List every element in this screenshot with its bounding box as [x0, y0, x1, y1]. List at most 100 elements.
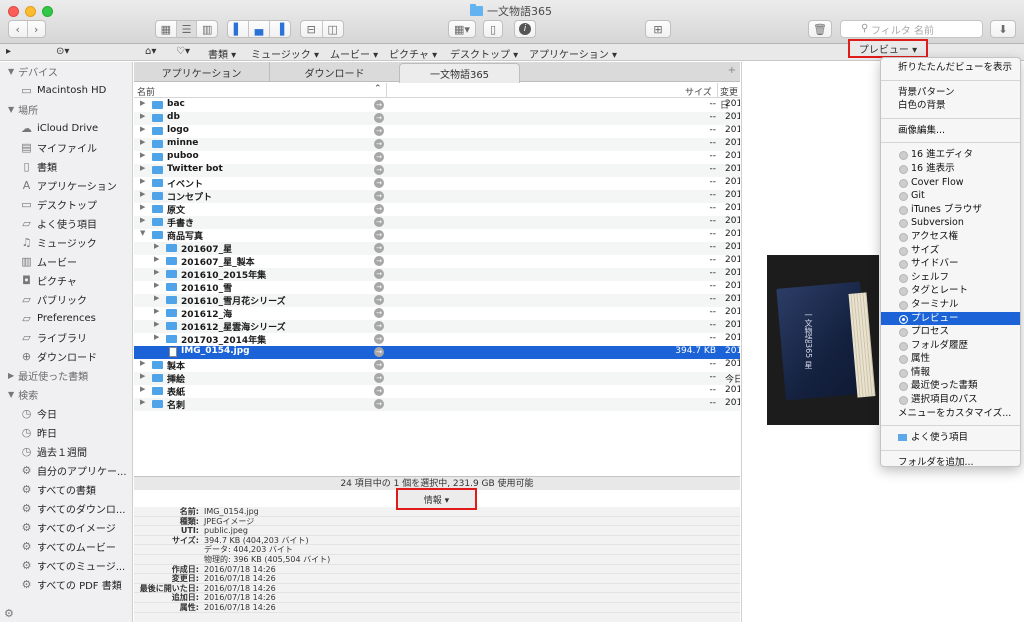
left-pane-button[interactable]: ▌: [228, 21, 249, 37]
tab-ichibun[interactable]: 一文物語365: [399, 63, 520, 83]
disclosure-triangle-icon[interactable]: ▶: [154, 294, 159, 302]
disclosure-triangle-icon[interactable]: ▶: [140, 151, 145, 159]
sidebar-item-myfiles[interactable]: ▤ マイファイル: [0, 138, 132, 157]
sidebar-item-favorites[interactable]: ▱ よく使う項目: [0, 214, 132, 233]
sidebar-item-all-downloads[interactable]: ⚙ すべてのダウンロ...: [0, 499, 132, 518]
go-arrow-icon[interactable]: →: [374, 100, 384, 110]
file-row[interactable]: ▶ 201607_星_製本 → -- 201: [134, 255, 740, 268]
sidebar-item-my-apps[interactable]: ⚙ 自分のアプリケー...: [0, 461, 132, 480]
menu-item-view-option[interactable]: Cover Flow: [881, 176, 1020, 190]
file-row[interactable]: ▶ 201612_海 → -- 201: [134, 307, 740, 320]
disclosure-triangle-icon[interactable]: ▶: [154, 268, 159, 276]
go-arrow-icon[interactable]: →: [374, 178, 384, 188]
menu-item-white-background[interactable]: 白色の背景: [881, 99, 1020, 113]
disclosure-triangle-icon[interactable]: ▶: [140, 99, 145, 107]
search-header[interactable]: ▼ 検索: [0, 385, 132, 404]
menu-item-background-pattern[interactable]: 背景パターン: [881, 86, 1020, 100]
action-menu-button[interactable]: ⊙▾: [56, 46, 69, 57]
download-button[interactable]: ⬇: [990, 20, 1016, 38]
menu-item-view-option[interactable]: プレビュー: [881, 311, 1020, 326]
sidebar-settings-gear-icon[interactable]: ⚙: [4, 607, 14, 620]
go-arrow-icon[interactable]: →: [374, 295, 384, 305]
fav-applications[interactable]: アプリケーション ▾: [529, 46, 617, 61]
go-arrow-icon[interactable]: →: [374, 399, 384, 409]
go-arrow-icon[interactable]: →: [374, 191, 384, 201]
sidebar-item-past-week[interactable]: ◷ 過去１週間: [0, 442, 132, 461]
menu-item-favorites[interactable]: よく使う項目: [881, 431, 1020, 445]
file-row[interactable]: ▶ db → -- 201: [134, 112, 740, 125]
close-window-button[interactable]: [8, 6, 19, 17]
go-arrow-icon[interactable]: →: [374, 230, 384, 240]
home-button[interactable]: ⌂▾: [145, 46, 156, 57]
bottom-pane-button[interactable]: ▄: [249, 21, 270, 37]
get-info-button[interactable]: i: [514, 20, 536, 38]
sidebar-item-all-images[interactable]: ⚙ すべてのイメージ: [0, 518, 132, 537]
add-tab-icon[interactable]: +: [728, 65, 736, 76]
sidebar-item-today[interactable]: ◷ 今日: [0, 404, 132, 423]
menu-item-view-option[interactable]: シェルフ: [881, 271, 1020, 285]
file-row[interactable]: ▶ Twitter bot → -- 201: [134, 164, 740, 177]
go-arrow-icon[interactable]: →: [374, 243, 384, 253]
disclosure-triangle-icon[interactable]: ▶: [140, 125, 145, 133]
sidebar-item-library[interactable]: ▱ ライブラリ: [0, 328, 132, 347]
file-row[interactable]: ▶ イベント → -- 201: [134, 177, 740, 190]
arrange-button[interactable]: ▦▾: [448, 20, 476, 38]
search-input[interactable]: ⚲ フィルタ 名前: [840, 20, 983, 38]
file-row[interactable]: ▶ 201703_2014年集 → -- 201: [134, 333, 740, 346]
file-row[interactable]: ▶ コンセプト → -- 201: [134, 190, 740, 203]
menu-item-view-option[interactable]: Git: [881, 189, 1020, 203]
dual-pane-button[interactable]: ⊟: [301, 21, 323, 37]
sidebar-toggle-icon[interactable]: ▸: [6, 46, 11, 57]
go-arrow-icon[interactable]: →: [374, 217, 384, 227]
file-row[interactable]: ▶ bac → -- 201: [134, 99, 740, 112]
list-view-button[interactable]: ☰: [176, 21, 198, 37]
trash-button[interactable]: 🗑: [808, 20, 832, 38]
menu-item-view-option[interactable]: サイドバー: [881, 257, 1020, 271]
file-row[interactable]: ▶ 原文 → -- 201: [134, 203, 740, 216]
selected-file-row[interactable]: IMG_0154.jpg → 394.7 KB 201: [134, 346, 740, 359]
menu-item-view-option[interactable]: 選択項目のパス: [881, 393, 1020, 407]
go-arrow-icon[interactable]: →: [374, 334, 384, 344]
disclosure-triangle-icon[interactable]: ▶: [154, 281, 159, 289]
disclosure-triangle-icon[interactable]: ▶: [140, 385, 145, 393]
go-arrow-icon[interactable]: →: [374, 360, 384, 370]
go-arrow-icon[interactable]: →: [374, 347, 384, 357]
file-row[interactable]: ▼ 商品写真 → -- 201: [134, 229, 740, 242]
go-arrow-icon[interactable]: →: [374, 308, 384, 318]
sidebar-item-yesterday[interactable]: ◷ 昨日: [0, 423, 132, 442]
menu-item-edit-image[interactable]: 画像編集...: [881, 124, 1020, 138]
preview-dropdown-button[interactable]: プレビュー ▾: [848, 39, 928, 58]
disclosure-triangle-icon[interactable]: ▶: [154, 333, 159, 341]
fav-desktop[interactable]: デスクトップ ▾: [450, 46, 518, 61]
split-button[interactable]: ◫: [323, 21, 344, 37]
menu-item-view-option[interactable]: 16 進エディタ: [881, 148, 1020, 162]
go-arrow-icon[interactable]: →: [374, 165, 384, 175]
file-row[interactable]: ▶ minne → -- 201: [134, 138, 740, 151]
disclosure-triangle-icon[interactable]: ▶: [140, 398, 145, 406]
new-document-button[interactable]: ▯: [483, 20, 503, 38]
go-arrow-icon[interactable]: →: [374, 256, 384, 266]
file-row[interactable]: ▶ 201607_星 → -- 201: [134, 242, 740, 255]
disclosure-triangle-icon[interactable]: ▶: [140, 112, 145, 120]
size-column-header[interactable]: サイズ: [685, 85, 712, 98]
menu-item-view-option[interactable]: ターミナル: [881, 298, 1020, 312]
file-row[interactable]: ▶ 201610_2015年集 → -- 201: [134, 268, 740, 281]
icon-view-button[interactable]: ▦: [156, 21, 177, 37]
sidebar-item-music[interactable]: ♫ ミュージック: [0, 233, 132, 252]
sidebar-item-documents[interactable]: ▯ 書類: [0, 157, 132, 176]
disclosure-triangle-icon[interactable]: ▶: [140, 164, 145, 172]
places-header[interactable]: ▼ 場所: [0, 100, 132, 119]
menu-item-view-option[interactable]: サイズ: [881, 244, 1020, 258]
minimize-window-button[interactable]: [25, 6, 36, 17]
file-row[interactable]: ▶ 手書き → -- 201: [134, 216, 740, 229]
sidebar-item-icloud[interactable]: ☁ iCloud Drive: [0, 119, 132, 138]
disclosure-triangle-icon[interactable]: ▶: [140, 203, 145, 211]
disclosure-triangle-icon[interactable]: ▶: [140, 177, 145, 185]
disclosure-triangle-icon[interactable]: ▶: [140, 216, 145, 224]
new-folder-button[interactable]: ⊞: [645, 20, 671, 38]
favorites-heart-button[interactable]: ♡▾: [176, 46, 190, 57]
disclosure-triangle-icon[interactable]: ▶: [154, 242, 159, 250]
sidebar-item-all-movies[interactable]: ⚙ すべてのムービー: [0, 537, 132, 556]
file-row[interactable]: ▶ 表紙 → -- 201: [134, 385, 740, 398]
menu-item-view-option[interactable]: 情報: [881, 366, 1020, 380]
